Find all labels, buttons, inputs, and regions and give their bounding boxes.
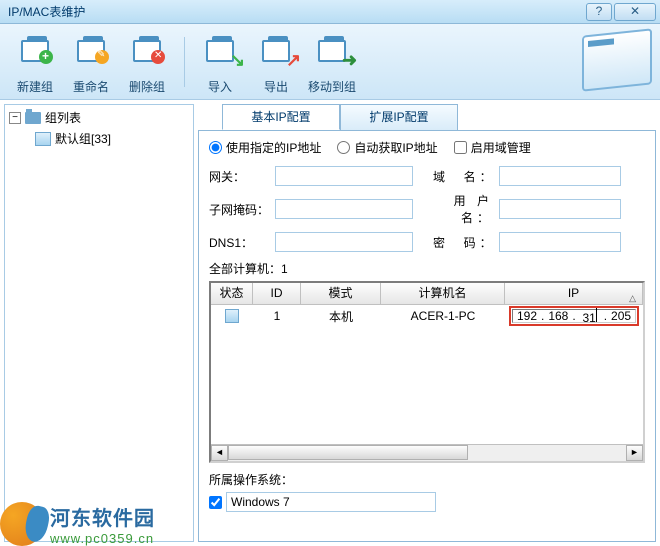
col-ip[interactable]: IP△ bbox=[505, 283, 643, 304]
toolbar-separator bbox=[184, 37, 185, 87]
os-label: 所属操作系统： bbox=[209, 471, 645, 488]
content-area: 基本IP配置 扩展IP配置 使用指定的IP地址 自动获取IP地址 启用域管理 网… bbox=[198, 104, 656, 542]
new-group-icon bbox=[17, 40, 53, 76]
tree-item-label: 默认组[33] bbox=[55, 130, 111, 147]
password-label: 密 码： bbox=[433, 234, 493, 251]
scroll-track[interactable] bbox=[228, 445, 626, 461]
tab-extended-label: 扩展IP配置 bbox=[369, 110, 428, 124]
delete-group-icon bbox=[129, 40, 165, 76]
rename-button[interactable]: 重命名 bbox=[64, 29, 118, 95]
cell-mode: 本机 bbox=[301, 308, 381, 325]
computer-icon bbox=[225, 309, 239, 323]
checkbox-enable-domain-label: 启用域管理 bbox=[471, 139, 531, 156]
ip-octet-3[interactable]: 31 bbox=[576, 308, 604, 325]
tab-basic-label: 基本IP配置 bbox=[251, 110, 310, 124]
export-label: 导出 bbox=[250, 78, 302, 95]
import-icon bbox=[202, 40, 238, 76]
scroll-left-button[interactable]: ◄ bbox=[211, 445, 228, 461]
ip-editor-highlight: 192. 168. 31. 205 bbox=[509, 306, 639, 326]
domain-input[interactable] bbox=[499, 166, 621, 186]
new-group-label: 新建组 bbox=[9, 78, 61, 95]
toolbar: 新建组 重命名 删除组 导入 导出 移动到组 bbox=[0, 24, 660, 100]
move-to-group-label: 移动到组 bbox=[306, 78, 358, 95]
grid-horizontal-scrollbar[interactable]: ◄ ► bbox=[211, 444, 643, 461]
export-icon bbox=[258, 40, 294, 76]
window-title: IP/MAC表维护 bbox=[4, 3, 584, 20]
checkbox-enable-domain-input[interactable] bbox=[454, 141, 467, 154]
radio-auto-obtain-label: 自动获取IP地址 bbox=[354, 139, 437, 156]
cell-ip[interactable]: 192. 168. 31. 205 bbox=[505, 306, 643, 326]
subnet-input[interactable] bbox=[275, 199, 413, 219]
main-area: − 组列表 默认组[33] 基本IP配置 扩展IP配置 使用指定的IP地址 自动… bbox=[0, 100, 660, 546]
tree-item-default-group[interactable]: 默认组[33] bbox=[35, 130, 189, 147]
tab-basic-ip[interactable]: 基本IP配置 bbox=[222, 104, 340, 130]
dns-label: DNS1： bbox=[209, 234, 275, 251]
group-icon bbox=[35, 132, 51, 146]
radio-use-specified-input[interactable] bbox=[209, 141, 222, 154]
col-mode[interactable]: 模式 bbox=[301, 283, 381, 304]
decor-calendar-icon bbox=[582, 28, 652, 91]
radio-auto-obtain-input[interactable] bbox=[337, 141, 350, 154]
grid-header: 状态 ID 模式 计算机名 IP△ bbox=[211, 283, 643, 305]
user-label: 用 户 名： bbox=[433, 192, 493, 226]
export-button[interactable]: 导出 bbox=[249, 29, 303, 95]
tree-collapse-icon[interactable]: − bbox=[9, 112, 21, 124]
gateway-label: 网关： bbox=[209, 168, 275, 185]
sidebar: − 组列表 默认组[33] bbox=[4, 104, 194, 542]
col-status[interactable]: 状态 bbox=[211, 283, 253, 304]
import-button[interactable]: 导入 bbox=[193, 29, 247, 95]
close-button[interactable]: ✕ bbox=[614, 3, 656, 21]
os-checkbox[interactable] bbox=[209, 496, 222, 509]
delete-group-button[interactable]: 删除组 bbox=[120, 29, 174, 95]
col-computer-name[interactable]: 计算机名 bbox=[381, 283, 505, 304]
tree-root[interactable]: − 组列表 bbox=[9, 109, 189, 126]
user-input[interactable] bbox=[499, 199, 621, 219]
tab-bar: 基本IP配置 扩展IP配置 bbox=[222, 104, 656, 130]
subnet-label: 子网掩码： bbox=[209, 201, 275, 218]
ip-octet-1[interactable]: 192 bbox=[513, 309, 541, 323]
ip-octet-2[interactable]: 168 bbox=[544, 309, 572, 323]
move-to-group-icon bbox=[314, 40, 350, 76]
new-group-button[interactable]: 新建组 bbox=[8, 29, 62, 95]
col-ip-label: IP bbox=[568, 286, 579, 300]
cell-id: 1 bbox=[253, 309, 301, 323]
password-input[interactable] bbox=[499, 232, 621, 252]
grid-body[interactable]: 1 本机 ACER-1-PC 192. 168. 31. 205 bbox=[211, 305, 643, 444]
table-row[interactable]: 1 本机 ACER-1-PC 192. 168. 31. 205 bbox=[211, 305, 643, 327]
checkbox-enable-domain[interactable]: 启用域管理 bbox=[454, 139, 531, 156]
col-id[interactable]: ID bbox=[253, 283, 301, 304]
computer-count-label: 全部计算机：1 bbox=[209, 260, 645, 277]
scroll-right-button[interactable]: ► bbox=[626, 445, 643, 461]
rename-label: 重命名 bbox=[65, 78, 117, 95]
tab-extended-ip[interactable]: 扩展IP配置 bbox=[340, 104, 458, 130]
move-to-group-button[interactable]: 移动到组 bbox=[305, 29, 359, 95]
radio-use-specified[interactable]: 使用指定的IP地址 bbox=[209, 139, 321, 156]
computer-grid: 状态 ID 模式 计算机名 IP△ 1 本机 ACER-1-PC bbox=[209, 281, 645, 463]
cell-status bbox=[211, 309, 253, 323]
scroll-thumb[interactable] bbox=[228, 445, 468, 460]
radio-auto-obtain[interactable]: 自动获取IP地址 bbox=[337, 139, 437, 156]
radio-use-specified-label: 使用指定的IP地址 bbox=[226, 139, 321, 156]
rename-icon bbox=[73, 40, 109, 76]
os-value-input[interactable] bbox=[226, 492, 436, 512]
tab-panel-basic: 使用指定的IP地址 自动获取IP地址 启用域管理 网关： 域 名： 子网掩码： … bbox=[198, 130, 656, 542]
domain-label: 域 名： bbox=[433, 168, 493, 185]
ip-mode-radios: 使用指定的IP地址 自动获取IP地址 启用域管理 bbox=[209, 139, 645, 156]
delete-group-label: 删除组 bbox=[121, 78, 173, 95]
ip-editor[interactable]: 192. 168. 31. 205 bbox=[512, 309, 636, 323]
help-button[interactable]: ? bbox=[586, 3, 612, 21]
tree-root-label: 组列表 bbox=[45, 109, 81, 126]
gateway-input[interactable] bbox=[275, 166, 413, 186]
folder-icon bbox=[25, 112, 41, 124]
dns-input[interactable] bbox=[275, 232, 413, 252]
cell-computer-name: ACER-1-PC bbox=[381, 309, 505, 323]
titlebar: IP/MAC表维护 ? ✕ bbox=[0, 0, 660, 24]
import-label: 导入 bbox=[194, 78, 246, 95]
ip-octet-4[interactable]: 205 bbox=[607, 309, 635, 323]
